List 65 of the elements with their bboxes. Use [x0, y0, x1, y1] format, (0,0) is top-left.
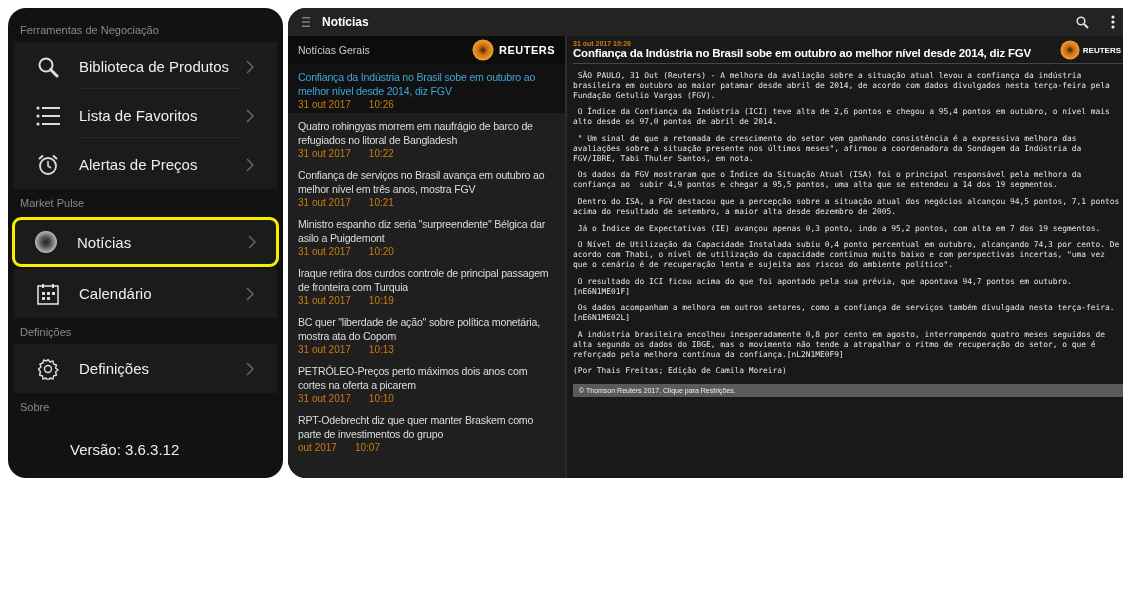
brand-name: REUTERS	[1082, 45, 1121, 55]
news-headline: Confiança da Indústria no Brasil sobe em outubro ao melhor nível desde 2014, diz FGV	[298, 71, 537, 98]
menu-item[interactable]: Calendário	[14, 269, 277, 318]
news-item[interactable]: Confiança de serviços no Brasil avança em outubro ao melhor nível em três anos, mostra FGV 31 out 2017 10:21	[288, 162, 565, 211]
news-date: 31 out 2017	[298, 246, 351, 257]
version-text: Versão: 3.6.3.12	[70, 441, 180, 458]
brand-name: REUTERS	[498, 44, 555, 56]
news-headline: Ministro espanho diz seria "surpreendente" Bélgica dar asilo a Puigdemont	[298, 218, 546, 245]
news-time: 10:26	[368, 99, 394, 110]
section-header: Market Pulse	[20, 197, 85, 209]
menu-item-label: Alertas de Preços	[79, 156, 198, 173]
news-time: 10:19	[368, 295, 394, 306]
swirl-logo-icon	[471, 39, 494, 61]
menu-item[interactable]: Lista de Favoritos	[14, 91, 277, 140]
news-item[interactable]: RPT-Odebrecht diz que quer manter Braskem como parte de investimentos do grupo out 2017 10:07	[288, 407, 565, 456]
news-date: 31 out 2017	[298, 344, 351, 355]
news-headline: PETRÓLEO-Preços perto máximos dois anos com cortes na oferta a picarem	[298, 365, 529, 392]
news-date: 31 out 2017	[298, 393, 351, 404]
menu-item-label: Lista de Favoritos	[79, 106, 198, 124]
gear-icon	[37, 357, 59, 380]
news-headline: Confiança de serviços no Brasil avança em outubro ao melhor nível em três anos, mostra FGV	[298, 169, 546, 196]
news-item[interactable]: Confiança da Indústria no Brasil sobe em outubro ao melhor nível desde 2014, diz FGV 31 out 2017 10:26	[288, 64, 565, 113]
article-headline: Confiança da Indústria no Brasil sobe em outubro ao melhor nível desde 2014, diz FGV	[573, 47, 1031, 59]
menu-item-label: Definições	[79, 360, 150, 377]
search-icon	[37, 55, 59, 78]
section-header: Sobre	[20, 401, 50, 413]
app-title: Notícias	[322, 15, 370, 29]
news-time: 10:13	[368, 344, 394, 355]
menu-item[interactable]: Alertas de Preços	[14, 140, 277, 189]
list-header: Notícias Gerais	[298, 44, 370, 56]
news-headline: Quatro rohingyas morrem em naufrágio de barco de refugiados no litoral de Bangladesh	[298, 120, 534, 147]
menu-item[interactable]: Definições	[14, 344, 277, 393]
news-time: 10:21	[368, 197, 394, 208]
news-time: 10:22	[368, 148, 394, 159]
news-date: 31 out 2017	[298, 295, 351, 306]
swirl-icon	[34, 230, 58, 254]
news-time: 10:20	[368, 246, 394, 257]
news-headline: RPT-Odebrecht diz que quer manter Braskem como parte de investimentos do grupo	[298, 414, 535, 441]
news-item[interactable]: BC quer "liberdade de ação" sobre política monetária, mostra ata do Copom 31 out 2017 10:13	[288, 309, 565, 358]
news-headline: Iraque retira dos curdos controle de principal passagem de fronteira com Turquia	[298, 267, 550, 294]
section-header: Definições	[20, 326, 72, 338]
news-item[interactable]: Iraque retira dos curdos controle de principal passagem de fronteira com Turquia 31 out 2017 10:19	[288, 260, 565, 309]
search-icon[interactable]	[1076, 15, 1089, 29]
news-item[interactable]: PETRÓLEO-Preços perto máximos dois anos com cortes na oferta a picarem 31 out 2017 10:10	[288, 358, 565, 407]
news-headline: BC quer "liberdade de ação" sobre política monetária, mostra ata do Copom	[298, 316, 541, 343]
menu-item-label: Calendário	[79, 285, 152, 302]
news-time: 10:10	[368, 393, 394, 404]
menu-item[interactable]: Notícias	[12, 217, 279, 267]
news-date: 31 out 2017	[298, 197, 351, 208]
calendar-icon	[37, 282, 59, 305]
alarm-clock-icon	[37, 153, 59, 176]
news-date: 31 out 2017	[298, 148, 351, 159]
section-header: Ferramentas de Negociação	[20, 24, 159, 36]
menu-item[interactable]: Biblioteca de Produtos	[14, 42, 277, 91]
more-options-icon[interactable]	[1111, 15, 1115, 29]
menu-item-label: Notícias	[77, 233, 132, 251]
news-date: 31 out 2017	[298, 99, 351, 110]
swirl-logo-icon	[1059, 40, 1080, 60]
list-icon	[36, 105, 60, 126]
news-item[interactable]: Ministro espanho diz seria "surpreendente" Bélgica dar asilo a Puigdemont 31 out 2017 10:20	[288, 211, 565, 260]
menu-icon[interactable]	[302, 17, 310, 27]
menu-item-label: Biblioteca de Produtos	[79, 57, 230, 75]
news-date: out 2017	[298, 442, 337, 453]
news-item[interactable]: Quatro rohingyas morrem em naufrágio de barco de refugiados no litoral de Bangladesh 31 out 2017 10:22	[288, 113, 565, 162]
news-time: 10:07	[354, 442, 380, 453]
